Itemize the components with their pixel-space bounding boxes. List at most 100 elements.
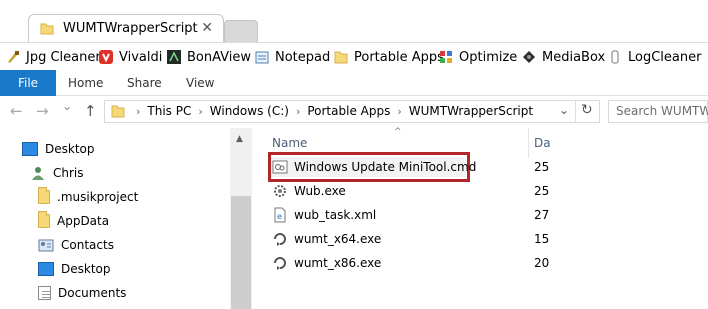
notepad-icon	[255, 50, 269, 64]
nav-item-label: Contacts	[61, 238, 114, 252]
scroll-up-arrow-icon[interactable]: ▲	[236, 134, 243, 144]
forward-arrow-icon[interactable]: →	[36, 102, 49, 120]
folder-icon	[40, 21, 54, 38]
folder-icon	[111, 104, 125, 118]
file-name: Wub.exe	[294, 184, 346, 198]
bonaview-icon	[167, 50, 181, 64]
back-arrow-icon[interactable]: ←	[10, 102, 23, 120]
bookmark-portable-apps[interactable]: Portable Apps	[334, 43, 444, 71]
scrollbar-thumb[interactable]	[231, 196, 251, 309]
nav-item-musikproject[interactable]: .musikproject	[38, 186, 138, 208]
wumt-exe-icon	[272, 255, 288, 271]
search-placeholder: Search WUMTWra	[616, 104, 708, 118]
chevron-right-icon[interactable]: ›	[296, 105, 300, 118]
xml-file-icon: e	[272, 207, 288, 223]
chevron-right-icon[interactable]: ›	[397, 105, 401, 118]
crumb-wumtwrapperscript[interactable]: WUMTWrapperScript	[409, 104, 533, 118]
svg-text:e: e	[277, 212, 282, 221]
ribbon: File Home Share View	[0, 70, 708, 96]
file-row[interactable]: e wub_task.xml	[272, 204, 376, 226]
address-dropdown-icon[interactable]: ⌄	[559, 103, 569, 117]
nav-item-documents[interactable]: Documents	[38, 282, 126, 304]
bookmark-label: BonAView	[187, 49, 252, 65]
bookmark-label: MediaBox	[542, 49, 606, 65]
bookmark-notepad[interactable]: Notepad	[255, 43, 330, 71]
tab-strip: WUMTWrapperScript ✕	[0, 0, 708, 42]
exe-gear-icon	[272, 183, 288, 199]
column-header-name[interactable]: Name	[272, 136, 307, 150]
folder-icon	[334, 50, 348, 64]
nav-item-desktop[interactable]: Desktop	[22, 138, 95, 160]
file-row[interactable]: wumt_x86.exe	[272, 252, 381, 274]
nav-item-label: Desktop	[61, 262, 111, 276]
file-date: 20	[534, 256, 550, 270]
bookmark-label: Vivaldi	[119, 49, 163, 65]
new-tab-button[interactable]	[224, 20, 258, 42]
bookmarks-bar: Jpg Cleaner Vivaldi BonAView Notepad Por…	[0, 42, 708, 70]
user-icon	[30, 166, 46, 180]
address-divider	[575, 101, 576, 122]
bookmark-mediabox[interactable]: MediaBox	[522, 43, 605, 71]
contacts-icon	[38, 238, 54, 252]
nav-item-label: Desktop	[45, 142, 95, 156]
desktop-icon	[22, 142, 38, 156]
tab-home[interactable]: Home	[68, 70, 103, 96]
logcleaner-icon	[608, 50, 622, 64]
up-arrow-icon[interactable]: ↑	[84, 102, 97, 120]
file-date: 25	[534, 160, 550, 174]
bookmark-bonaview[interactable]: BonAView	[167, 43, 251, 71]
mediabox-icon	[522, 50, 536, 64]
file-name: wumt_x64.exe	[294, 232, 382, 246]
nav-item-desktop-user[interactable]: Desktop	[38, 258, 111, 280]
folder-icon	[38, 187, 50, 204]
jpg-cleaner-icon	[6, 50, 20, 64]
tab-wumtwrapperscript[interactable]: WUMTWrapperScript ✕	[28, 14, 224, 42]
bookmark-label: Jpg Cleaner	[26, 49, 101, 65]
bookmark-vivaldi[interactable]: Vivaldi	[99, 43, 162, 71]
optimize-icon	[439, 50, 453, 64]
search-input[interactable]: Search WUMTWra	[608, 100, 708, 123]
file-date: 27	[534, 208, 550, 222]
address-bar[interactable]: › This PC › Windows (C:) › Portable Apps…	[104, 100, 600, 123]
bookmark-label: LogCleaner	[628, 49, 702, 65]
refresh-icon[interactable]: ↻	[581, 102, 593, 118]
file-list: ^ Name Da Windows Update MiniTool.cmd 25…	[252, 127, 708, 309]
navigation-pane: Desktop Chris .musikproject AppData Cont…	[0, 128, 252, 309]
nav-item-label: .musikproject	[57, 190, 139, 204]
file-date: 25	[534, 184, 550, 198]
column-header-date[interactable]: Da	[534, 136, 551, 150]
file-row[interactable]: Windows Update MiniTool.cmd	[272, 156, 476, 178]
navigation-pane-scrollbar[interactable]: ▲	[230, 128, 252, 309]
nav-item-appdata[interactable]: AppData	[38, 210, 109, 232]
chevron-right-icon[interactable]: ›	[198, 105, 202, 118]
bookmark-label: Optimize	[459, 49, 518, 65]
sort-ascending-icon: ^	[394, 127, 402, 137]
file-name: wumt_x86.exe	[294, 256, 382, 270]
tab-view[interactable]: View	[186, 70, 214, 96]
bookmark-logcleaner[interactable]: LogCleaner	[608, 43, 701, 71]
nav-item-label: Documents	[58, 286, 127, 300]
file-name: wub_task.xml	[294, 208, 377, 222]
documents-icon	[38, 286, 51, 300]
chevron-right-icon: ›	[136, 104, 141, 118]
recent-locations-dropdown-icon[interactable]: ⌄	[62, 99, 72, 113]
bookmark-label: Notepad	[275, 49, 331, 65]
address-row: ← → ⌄ ↑ › This PC › Windows (C:) › Porta…	[0, 96, 708, 128]
nav-item-contacts[interactable]: Contacts	[38, 234, 114, 256]
breadcrumb: › This PC › Windows (C:) › Portable Apps…	[111, 104, 533, 118]
file-row[interactable]: wumt_x64.exe	[272, 228, 381, 250]
crumb-portable-apps[interactable]: Portable Apps	[307, 104, 390, 118]
crumb-this-pc[interactable]: This PC	[147, 104, 191, 118]
folder-icon	[38, 211, 50, 228]
cmd-file-icon	[272, 159, 288, 175]
bookmark-jpg-cleaner[interactable]: Jpg Cleaner	[6, 43, 101, 71]
file-name: Windows Update MiniTool.cmd	[294, 160, 477, 174]
nav-item-chris[interactable]: Chris	[30, 162, 84, 184]
crumb-windows-c[interactable]: Windows (C:)	[210, 104, 289, 118]
tab-file[interactable]: File	[0, 70, 56, 96]
bookmark-optimize[interactable]: Optimize	[439, 43, 517, 71]
tab-share[interactable]: Share	[127, 70, 162, 96]
file-row[interactable]: Wub.exe	[272, 180, 346, 202]
close-icon[interactable]: ✕	[201, 20, 213, 36]
column-divider[interactable]	[528, 128, 529, 158]
